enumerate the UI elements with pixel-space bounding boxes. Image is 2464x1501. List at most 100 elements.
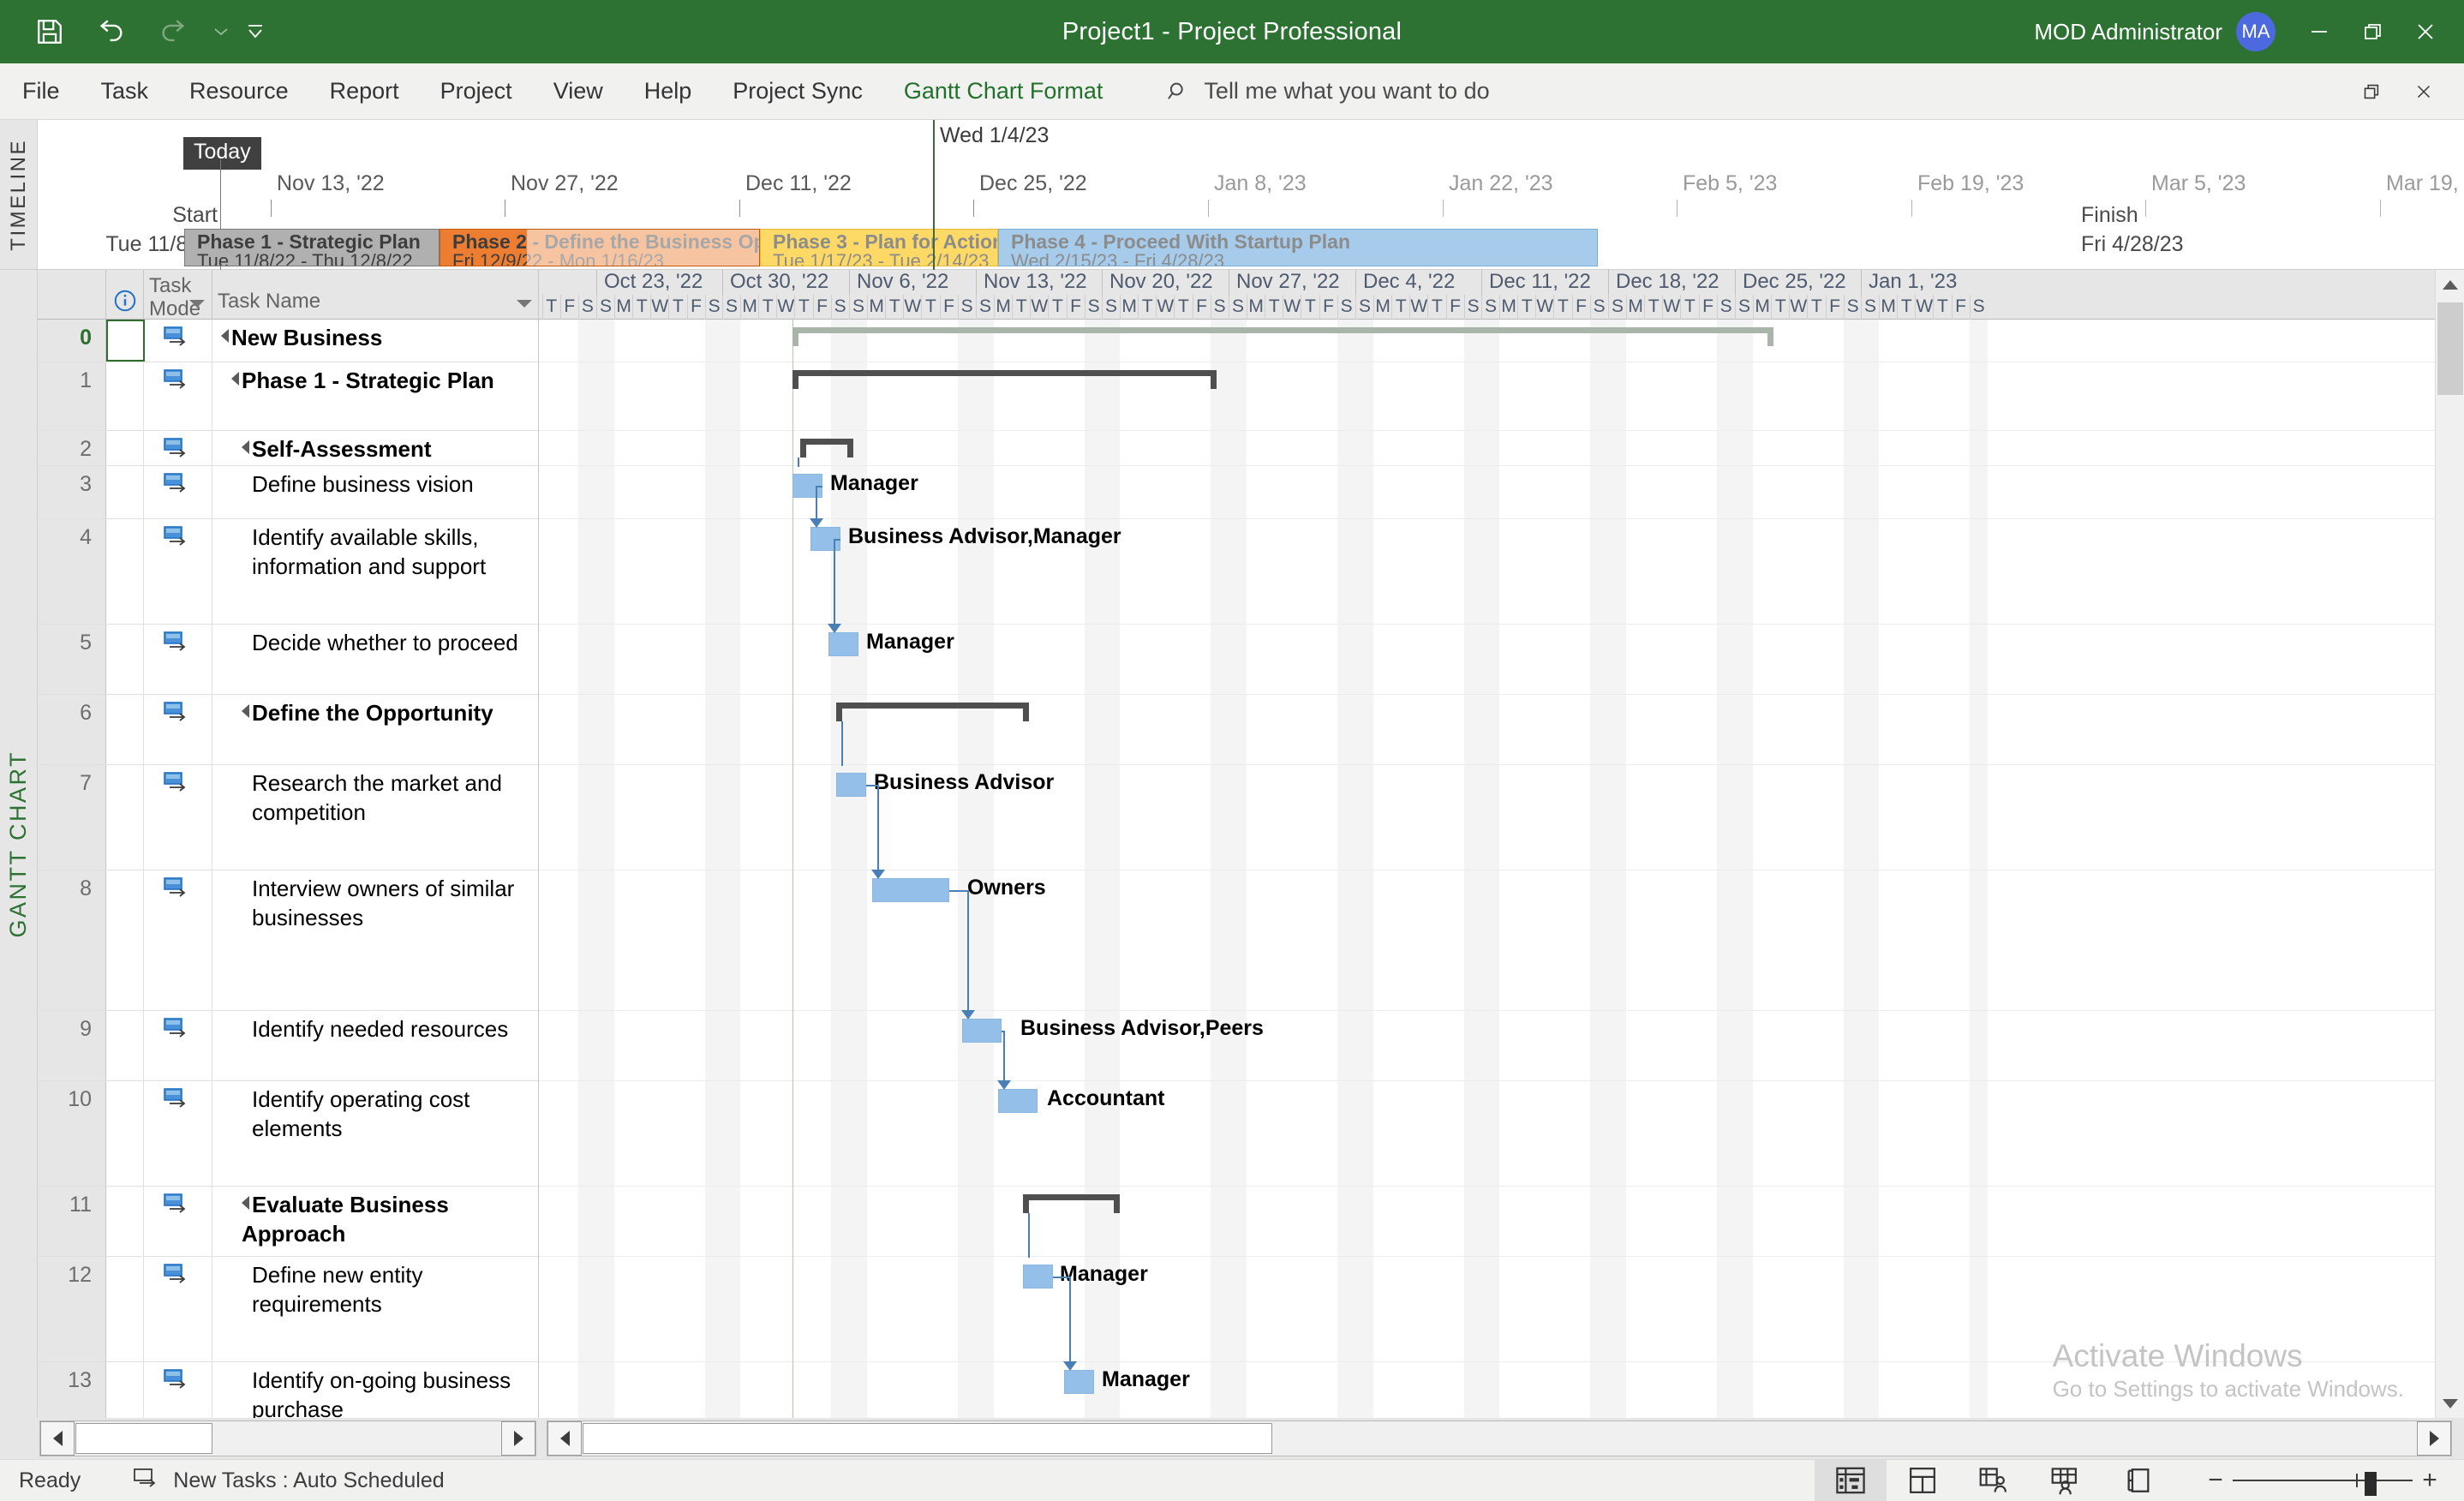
collapse-triangle-icon[interactable] bbox=[242, 440, 249, 454]
task-usage-view-button[interactable] bbox=[1887, 1460, 1959, 1501]
task-mode-cell[interactable] bbox=[144, 870, 212, 1010]
row-id-cell[interactable]: 3 bbox=[38, 466, 106, 518]
task-mode-cell[interactable] bbox=[144, 1362, 212, 1418]
table-row[interactable]: 3 Define business vision bbox=[38, 466, 539, 519]
table-row[interactable]: 11 Evaluate Business Approach bbox=[38, 1187, 539, 1257]
restore-button[interactable] bbox=[2346, 5, 2399, 58]
gantt-task-bar[interactable] bbox=[962, 1019, 1002, 1043]
table-row[interactable]: 8 Interview owners of similar businesses bbox=[38, 870, 539, 1011]
zoom-slider[interactable]: − + bbox=[2198, 1466, 2447, 1496]
customize-quick-access-toolbar[interactable] bbox=[238, 6, 272, 57]
timeline-phase-bar[interactable]: Phase 1 - Strategic Plan Tue 11/8/22 - Th… bbox=[184, 229, 440, 266]
task-name-cell[interactable]: Define the Opportunity bbox=[212, 695, 539, 764]
tell-me-search[interactable]: Tell me what you want to do bbox=[1166, 78, 1490, 105]
indicator-cell[interactable] bbox=[106, 765, 144, 870]
zoom-track[interactable] bbox=[2233, 1472, 2413, 1496]
column-header-task-mode[interactable]: Task Mode bbox=[144, 270, 212, 320]
task-mode-cell[interactable] bbox=[144, 625, 212, 694]
scroll-up-button[interactable] bbox=[2436, 270, 2464, 299]
timeline-canvas[interactable]: Today Start Tue 11/8/22 Nov 13, '22 Nov 2… bbox=[38, 120, 2464, 270]
ribbon-tab-resource[interactable]: Resource bbox=[169, 63, 309, 120]
close-button[interactable] bbox=[2399, 5, 2452, 58]
table-row[interactable]: 0 New Business bbox=[38, 320, 539, 362]
indicator-cell[interactable] bbox=[106, 625, 144, 694]
task-mode-filter-icon[interactable] bbox=[189, 300, 205, 308]
table-row[interactable]: 9 Identify needed resources bbox=[38, 1011, 539, 1081]
task-mode-cell[interactable] bbox=[144, 695, 212, 764]
timeline-vertical-tab[interactable]: TIMELINE bbox=[0, 120, 38, 269]
zoom-thumb[interactable] bbox=[2365, 1472, 2377, 1496]
grid-scrollbar-thumb[interactable] bbox=[75, 1423, 212, 1454]
table-row[interactable]: 10 Identify operating cost elements bbox=[38, 1081, 539, 1187]
new-tasks-mode[interactable]: New Tasks : Auto Scheduled bbox=[134, 1468, 445, 1493]
row-id-cell[interactable]: 12 bbox=[38, 1257, 106, 1361]
ribbon-tab-help[interactable]: Help bbox=[624, 63, 713, 120]
timeline-phase-bar[interactable]: Phase 4 - Proceed With Startup Plan Wed 2… bbox=[998, 229, 1598, 266]
row-id-cell[interactable]: 1 bbox=[38, 362, 106, 430]
task-name-cell[interactable]: Identify available skills, information a… bbox=[212, 519, 539, 624]
task-name-cell[interactable]: Evaluate Business Approach bbox=[212, 1187, 539, 1256]
indicator-cell[interactable] bbox=[106, 1081, 144, 1186]
zoom-in-button[interactable]: + bbox=[2413, 1466, 2447, 1495]
avatar[interactable]: MA bbox=[2236, 12, 2276, 51]
gantt-horizontal-scrollbar[interactable] bbox=[547, 1420, 2452, 1456]
table-row[interactable]: 7 Research the market and competition bbox=[38, 765, 539, 870]
indicator-cell[interactable] bbox=[106, 519, 144, 624]
indicator-cell[interactable] bbox=[106, 1362, 144, 1418]
task-mode-cell[interactable] bbox=[144, 320, 212, 362]
close-document-button[interactable] bbox=[2397, 65, 2450, 118]
task-name-cell[interactable]: Identify needed resources bbox=[212, 1011, 539, 1080]
task-name-cell[interactable]: Identify operating cost elements bbox=[212, 1081, 539, 1186]
column-header-indicators[interactable] bbox=[106, 270, 144, 319]
row-id-cell[interactable]: 9 bbox=[38, 1011, 106, 1080]
zoom-out-button[interactable]: − bbox=[2198, 1466, 2233, 1495]
column-header-task-name[interactable]: Task Name bbox=[212, 270, 539, 319]
gantt-summary-bar[interactable] bbox=[800, 439, 853, 457]
gantt-task-bar[interactable] bbox=[872, 878, 949, 902]
task-mode-cell[interactable] bbox=[144, 765, 212, 870]
indicator-cell[interactable] bbox=[106, 695, 144, 764]
task-mode-cell[interactable] bbox=[144, 431, 212, 465]
table-row[interactable]: 12 Define new entity requirements bbox=[38, 1257, 539, 1362]
ribbon-tab-task[interactable]: Task bbox=[81, 63, 170, 120]
redo-button[interactable] bbox=[142, 6, 204, 57]
indicator-cell[interactable] bbox=[106, 1011, 144, 1080]
row-id-cell[interactable]: 11 bbox=[38, 1187, 106, 1256]
task-grid[interactable]: Task Mode Task Name 0 New Business 1 Phase … bbox=[38, 270, 539, 1418]
task-mode-cell[interactable] bbox=[144, 1187, 212, 1256]
gantt-scroll-left-button[interactable] bbox=[547, 1421, 582, 1456]
task-name-cell[interactable]: Define new entity requirements bbox=[212, 1257, 539, 1361]
row-id-cell[interactable]: 5 bbox=[38, 625, 106, 694]
task-name-cell[interactable]: Decide whether to proceed bbox=[212, 625, 539, 694]
team-planner-view-button[interactable] bbox=[1959, 1460, 2030, 1501]
gantt-chart-body[interactable]: Manager Business Advisor,Manager Manager Bu… bbox=[539, 320, 2435, 1418]
task-name-cell[interactable]: Phase 1 - Strategic Plan bbox=[212, 362, 539, 430]
gantt-summary-bar[interactable] bbox=[836, 703, 1029, 721]
account-name[interactable]: MOD Administrator bbox=[2034, 19, 2222, 45]
ribbon-tab-gantt-chart-format[interactable]: Gantt Chart Format bbox=[883, 63, 1124, 120]
grid-scroll-right-button[interactable] bbox=[501, 1421, 535, 1456]
task-mode-cell[interactable] bbox=[144, 466, 212, 518]
gantt-task-bar[interactable] bbox=[998, 1089, 1038, 1113]
row-id-cell[interactable]: 0 bbox=[38, 320, 106, 362]
restore-ribbon-button[interactable] bbox=[2344, 65, 2397, 118]
resource-sheet-view-button[interactable] bbox=[2030, 1460, 2102, 1501]
redo-dropdown[interactable] bbox=[204, 6, 238, 57]
table-row[interactable]: 4 Identify available skills, information … bbox=[38, 519, 539, 625]
task-name-cell[interactable]: Research the market and competition bbox=[212, 765, 539, 870]
table-row[interactable]: 5 Decide whether to proceed bbox=[38, 625, 539, 695]
scroll-down-button[interactable] bbox=[2436, 1389, 2464, 1418]
task-mode-cell[interactable] bbox=[144, 1011, 212, 1080]
ribbon-tab-file[interactable]: File bbox=[0, 63, 81, 120]
gantt-task-bar[interactable] bbox=[1023, 1265, 1053, 1289]
gantt-task-bar[interactable] bbox=[1064, 1370, 1094, 1394]
column-header-id[interactable] bbox=[38, 270, 106, 319]
grid-horizontal-scrollbar[interactable] bbox=[39, 1420, 536, 1456]
indicator-cell[interactable] bbox=[106, 431, 144, 465]
task-mode-cell[interactable] bbox=[144, 1257, 212, 1361]
minimize-button[interactable] bbox=[2293, 5, 2346, 58]
collapse-triangle-icon[interactable] bbox=[242, 1196, 249, 1210]
gantt-chart-view-button[interactable] bbox=[1815, 1459, 1887, 1501]
gantt-task-bar[interactable] bbox=[828, 632, 858, 656]
collapse-triangle-icon[interactable] bbox=[231, 372, 239, 386]
